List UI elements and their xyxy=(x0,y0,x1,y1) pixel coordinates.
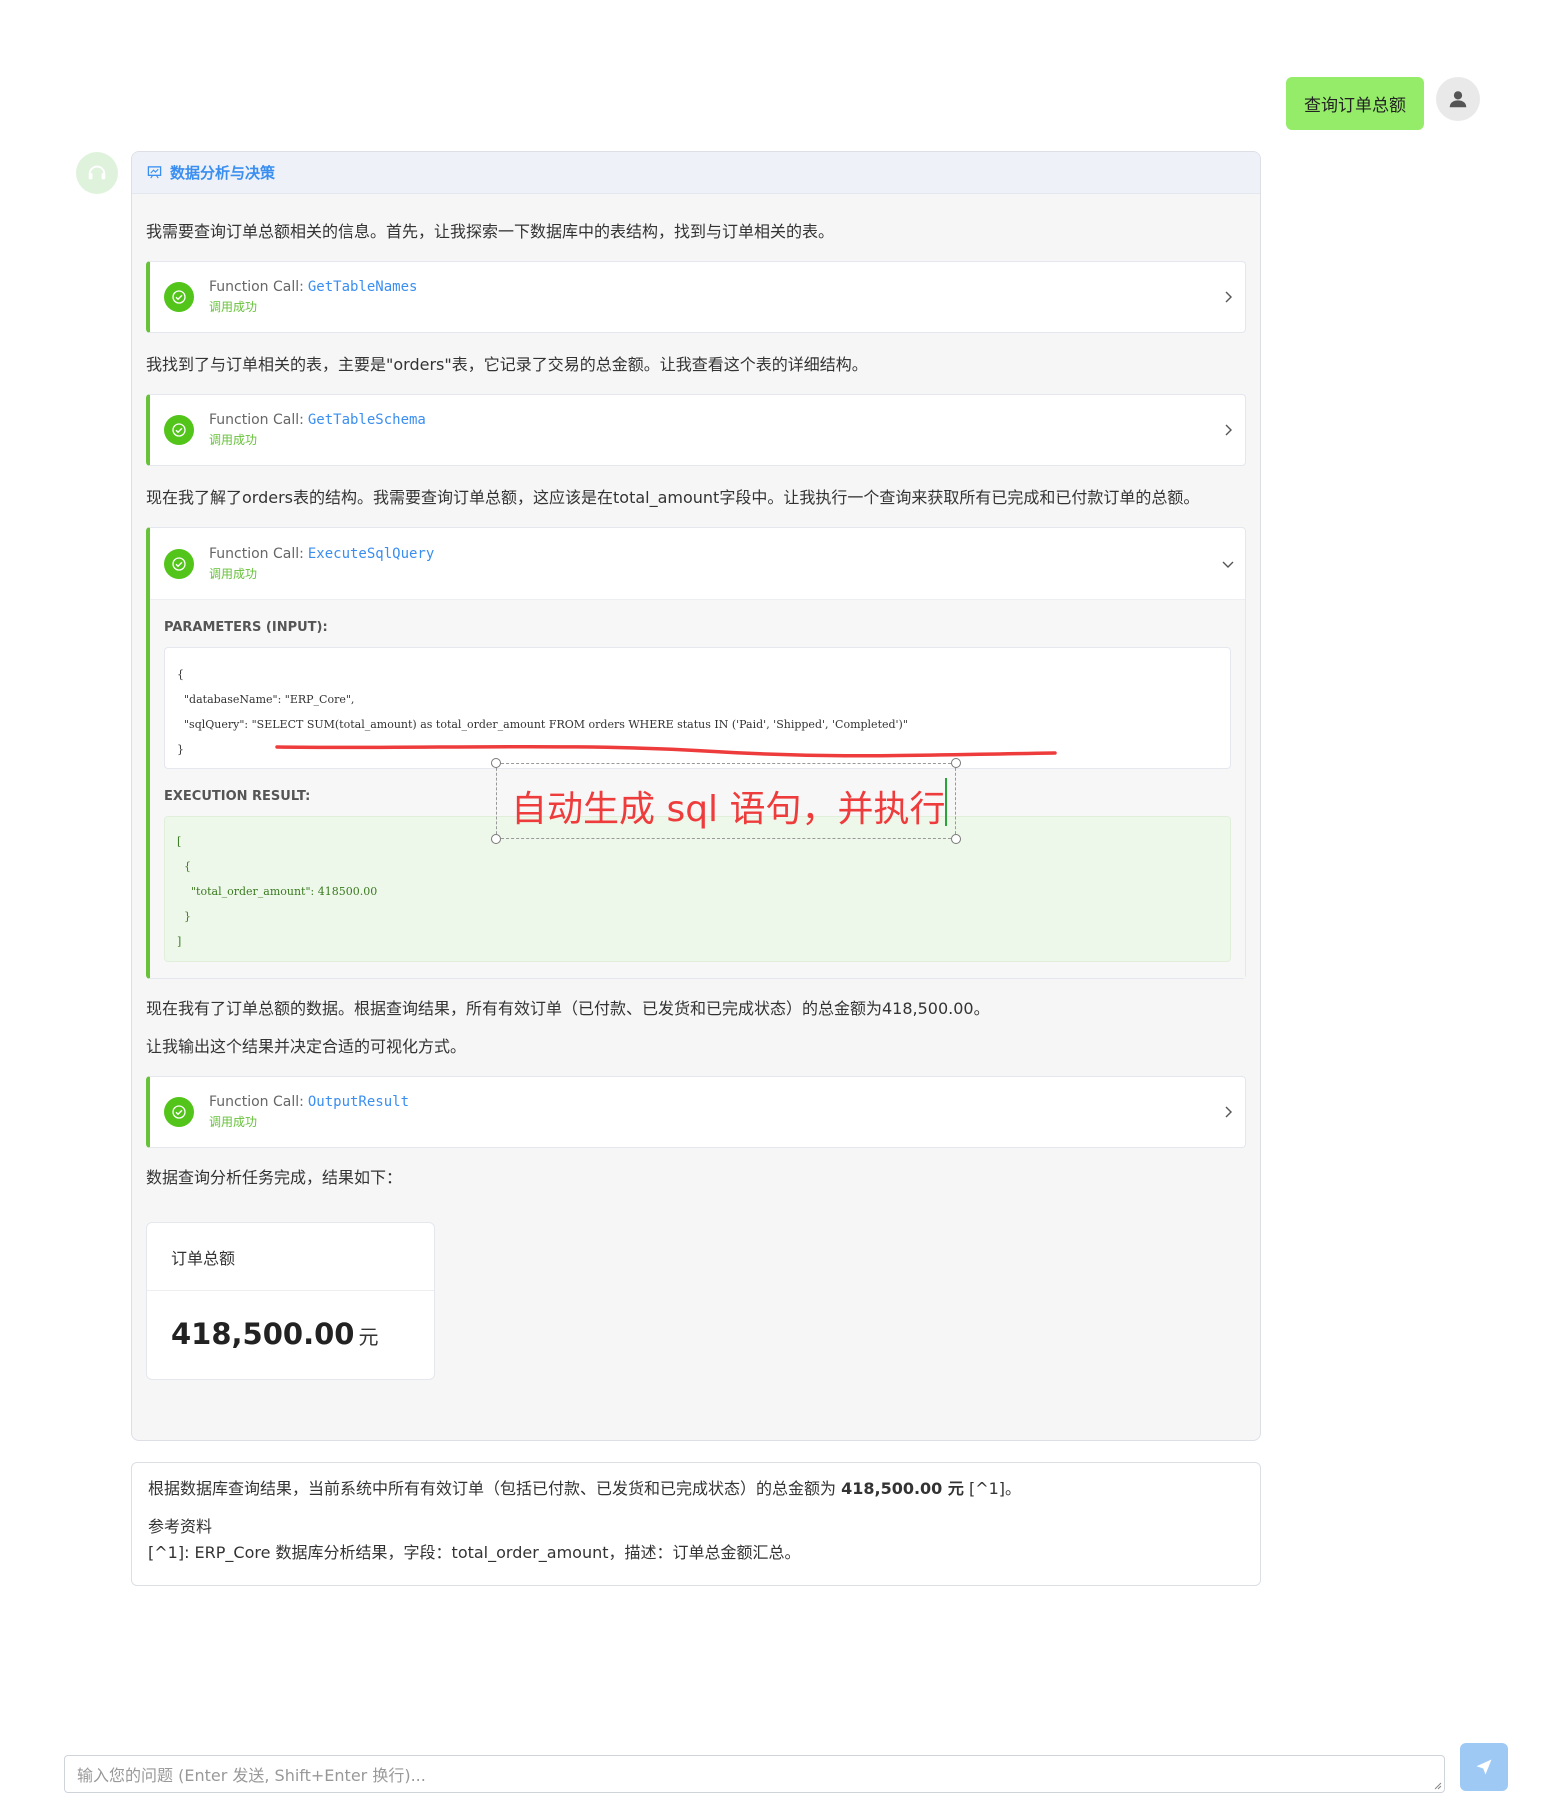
check-circle-icon xyxy=(164,415,194,445)
function-call-output-result[interactable]: Function Call: OutputResult 调用成功 xyxy=(146,1076,1246,1148)
result-stat-card: 订单总额 418,500.00 元 xyxy=(146,1222,435,1380)
user-message-row: 查询订单总额 xyxy=(1286,77,1480,130)
summary-message-card: 根据数据库查询结果，当前系统中所有有效订单（包括已付款、已发货和已完成状态）的总… xyxy=(131,1462,1261,1586)
function-call-label: Function Call: xyxy=(209,1094,304,1110)
function-call-get-table-schema[interactable]: Function Call: GetTableSchema 调用成功 xyxy=(146,394,1246,466)
headset-icon xyxy=(88,165,106,180)
check-circle-icon xyxy=(164,282,194,312)
annotation-text-box[interactable]: 自动生成 sql 语句，并执行 xyxy=(491,758,961,844)
summary-text: 根据数据库查询结果，当前系统中所有有效订单（包括已付款、已发货和已完成状态）的总… xyxy=(148,1477,1244,1501)
parameters-label: PARAMETERS (INPUT): xyxy=(164,620,328,635)
chevron-right-icon xyxy=(1225,291,1232,303)
function-call-label: Function Call: xyxy=(209,279,304,295)
summary-text-after: [^1]。 xyxy=(963,1479,1022,1498)
stat-card-unit: 元 xyxy=(358,1325,379,1349)
resize-handle[interactable] xyxy=(951,834,961,844)
resize-handle[interactable] xyxy=(491,758,501,768)
reference-title: 参考资料 xyxy=(148,1517,213,1536)
question-input-placeholder: 输入您的问题 (Enter 发送, Shift+Enter 换行)... xyxy=(77,1766,426,1785)
function-status: 调用成功 xyxy=(209,1115,258,1129)
assistant-avatar xyxy=(76,152,118,194)
assistant-paragraph-5: 让我输出这个结果并决定合适的可视化方式。 xyxy=(146,1037,467,1056)
function-call-header[interactable]: Function Call: ExecuteSqlQuery 调用成功 xyxy=(150,528,1245,600)
assistant-paragraph-6: 数据查询分析任务完成，结果如下： xyxy=(146,1168,403,1187)
resize-handle[interactable] xyxy=(951,758,961,768)
text-caret xyxy=(945,778,947,826)
function-call-get-table-names[interactable]: Function Call: GetTableNames 调用成功 xyxy=(146,261,1246,333)
annotation-underline xyxy=(275,744,1057,758)
function-status: 调用成功 xyxy=(209,566,258,581)
user-avatar xyxy=(1436,77,1480,121)
card-header-title: 数据分析与决策 xyxy=(170,164,276,182)
function-status: 调用成功 xyxy=(209,300,258,314)
stat-card-value: 418,500.00 xyxy=(171,1317,355,1351)
question-input[interactable]: 输入您的问题 (Enter 发送, Shift+Enter 换行)... xyxy=(64,1755,1445,1793)
presentation-chart-icon xyxy=(147,166,162,179)
assistant-paragraph-1: 我需要查询订单总额相关的信息。首先，让我探索一下数据库中的表结构，找到与订单相关… xyxy=(146,222,835,241)
function-name: ExecuteSqlQuery xyxy=(307,545,435,562)
annotation-text: 自动生成 sql 语句，并执行 xyxy=(511,789,946,830)
assistant-paragraph-2: 我找到了与订单相关的表，主要是"orders"表，它记录了交易的总金额。让我查看… xyxy=(146,355,868,374)
chevron-down-icon xyxy=(1222,561,1234,568)
chevron-right-icon xyxy=(1225,1106,1232,1118)
user-icon xyxy=(1449,91,1467,108)
summary-text-before: 根据数据库查询结果，当前系统中所有有效订单（包括已付款、已发货和已完成状态）的总… xyxy=(148,1479,842,1498)
card-header: 数据分析与决策 xyxy=(132,152,1260,194)
reference-item: [^1]: ERP_Core 数据库分析结果，字段：total_order_am… xyxy=(148,1543,801,1562)
check-circle-icon xyxy=(164,1097,194,1127)
stat-card-title: 订单总额 xyxy=(147,1223,434,1291)
function-name: GetTableSchema xyxy=(307,412,426,428)
function-call-label: Function Call: xyxy=(209,545,304,562)
resize-grip-icon[interactable] xyxy=(1432,1780,1442,1790)
chevron-right-icon xyxy=(1225,424,1232,436)
function-call-label: Function Call: xyxy=(209,412,304,428)
resize-handle[interactable] xyxy=(491,834,501,844)
send-button[interactable] xyxy=(1460,1743,1508,1791)
user-message-bubble: 查询订单总额 xyxy=(1286,77,1424,130)
function-name: GetTableNames xyxy=(307,279,418,295)
summary-amount: 418,500.00 元 xyxy=(841,1479,964,1498)
function-status: 调用成功 xyxy=(209,433,258,447)
check-circle-icon xyxy=(164,548,194,579)
assistant-paragraph-3: 现在我了解了orders表的结构。我需要查询订单总额，这应该是在total_am… xyxy=(146,488,1200,507)
assistant-paragraph-4: 现在我有了订单总额的数据。根据查询结果，所有有效订单（已付款、已发货和已完成状态… xyxy=(146,999,990,1018)
function-name: OutputResult xyxy=(307,1094,410,1110)
send-icon xyxy=(1476,1759,1492,1775)
